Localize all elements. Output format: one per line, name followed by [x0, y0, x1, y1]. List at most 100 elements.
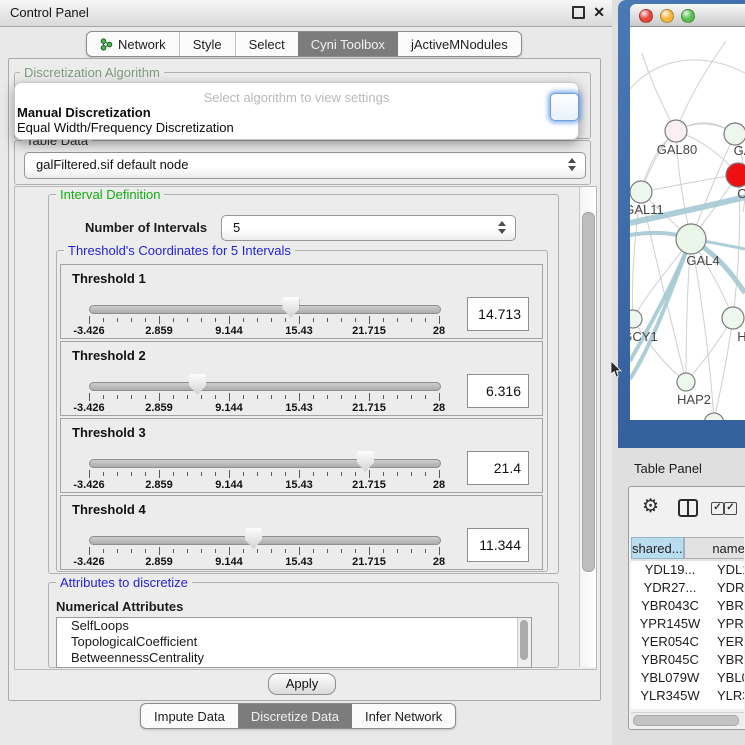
slider-thumb-icon[interactable]	[357, 451, 374, 472]
zoom-traffic-light-icon[interactable]	[681, 9, 695, 23]
network-node[interactable]	[726, 163, 745, 187]
table-cell[interactable]: YER054C	[631, 633, 709, 651]
tick-label: 28	[433, 402, 445, 414]
vertical-scrollbar[interactable]	[579, 187, 596, 667]
table-data-combo[interactable]: galFiltered.sif default node	[24, 152, 586, 179]
network-window-titlebar[interactable]	[630, 4, 745, 27]
slider-track[interactable]	[89, 459, 441, 468]
column-header[interactable]: name	[684, 537, 744, 559]
tab-select[interactable]: Select	[235, 32, 298, 56]
network-node[interactable]	[630, 181, 652, 203]
table-cell[interactable]: YDR27...	[631, 579, 709, 597]
threshold-slider[interactable]: -3.4262.8599.14415.4321.71528	[89, 451, 439, 489]
float-window-icon[interactable]	[572, 6, 585, 19]
tab-label: jActiveMNodules	[411, 37, 508, 52]
threshold-value-field[interactable]: 14.713	[467, 297, 529, 331]
table-cell[interactable]: YDL19...	[631, 561, 709, 579]
show-column-checkbox-icon[interactable]: ✓	[724, 502, 737, 515]
tab-infer-network[interactable]: Infer Network	[352, 704, 455, 728]
algorithm-option[interactable]: Equal Width/Frequency Discretization	[17, 120, 234, 135]
threshold-slider[interactable]: -3.4262.8599.14415.4321.71528	[89, 528, 439, 566]
table-row[interactable]: YLR345WYLR3	[631, 687, 744, 705]
algorithm-combo-button[interactable]	[550, 93, 579, 121]
network-canvas[interactable]: GAL80GACGAL11GAL4GCY1HHAP2	[630, 27, 745, 420]
slider-thumb-icon[interactable]	[245, 528, 262, 549]
network-node-label: GCY1	[630, 329, 658, 344]
table-cell[interactable]: YIL0	[709, 705, 744, 709]
network-node-label: C	[737, 186, 745, 201]
table-cell[interactable]: YBL0	[709, 669, 744, 687]
tab-label: Impute Data	[154, 709, 225, 724]
network-node[interactable]	[630, 310, 642, 328]
network-node[interactable]	[724, 123, 745, 145]
tab-impute-data[interactable]: Impute Data	[141, 704, 238, 728]
tick-label: 9.144	[215, 325, 243, 337]
tab-style[interactable]: Style	[179, 32, 235, 56]
table-row[interactable]: YBL079WYBL0	[631, 669, 744, 687]
list-scrollbar[interactable]	[517, 618, 531, 667]
network-node[interactable]	[722, 307, 744, 329]
table-row[interactable]: YIL052CYIL0	[631, 705, 744, 709]
attribute-list-item[interactable]: BetweennessCentrality	[57, 650, 531, 666]
table-row[interactable]: YER054CYER0	[631, 633, 744, 651]
number-of-intervals-combo[interactable]: 5	[221, 215, 516, 241]
threshold-slider[interactable]: -3.4262.8599.14415.4321.71528	[89, 297, 439, 335]
table-row[interactable]: YBR043CYBR0	[631, 597, 744, 615]
list-scrollbar-thumb[interactable]	[520, 620, 528, 660]
network-node[interactable]	[677, 373, 695, 391]
tab-discretize-data[interactable]: Discretize Data	[238, 704, 352, 728]
table-cell[interactable]: YBR045C	[631, 651, 709, 669]
threshold-box: Threshold 4-3.4262.8599.14415.4321.71528…	[60, 495, 543, 570]
table-cell[interactable]: YPR1	[709, 615, 744, 633]
horizontal-scrollbar[interactable]	[631, 712, 744, 726]
vertical-scrollbar-thumb[interactable]	[582, 212, 595, 572]
table-cell[interactable]: YDR2	[709, 579, 744, 597]
tab-jactivemnodules[interactable]: jActiveMNodules	[398, 32, 521, 56]
close-traffic-light-icon[interactable]	[639, 9, 653, 23]
minimize-traffic-light-icon[interactable]	[660, 9, 674, 23]
table-cell[interactable]: YBL079W	[631, 669, 709, 687]
table-row[interactable]: YDL19...YDL1	[631, 561, 744, 579]
slider-track[interactable]	[89, 305, 441, 314]
show-column-checkbox-icon[interactable]: ✓	[711, 502, 724, 515]
attribute-list-item[interactable]: TopologicalCoefficient	[57, 634, 531, 650]
slider-thumb-icon[interactable]	[282, 297, 299, 318]
tab-network[interactable]: Network	[87, 32, 179, 56]
table-cell[interactable]: YDL1	[709, 561, 744, 579]
tick-label: -3.426	[73, 402, 104, 414]
table-cell[interactable]: YBR043C	[631, 597, 709, 615]
algorithm-option[interactable]: Manual Discretization	[17, 105, 151, 120]
table-cell[interactable]: YER0	[709, 633, 744, 651]
split-column-icon[interactable]	[678, 499, 698, 517]
table-cell[interactable]: YPR145W	[631, 615, 709, 633]
horizontal-scrollbar-thumb[interactable]	[633, 715, 739, 726]
threshold-value-field[interactable]: 6.316	[467, 374, 529, 408]
table-cell[interactable]: YBR0	[709, 597, 744, 615]
table-header: shared...name	[631, 537, 744, 561]
threshold-value-field[interactable]: 21.4	[467, 451, 529, 485]
number-of-intervals-label: Number of Intervals	[85, 220, 207, 235]
network-node[interactable]	[665, 120, 687, 142]
table-cell[interactable]: YBR0	[709, 651, 744, 669]
tick-label: 21.715	[352, 325, 386, 337]
apply-button[interactable]: Apply	[268, 673, 336, 695]
column-header[interactable]: shared...	[631, 537, 684, 559]
slider-track[interactable]	[89, 382, 441, 391]
network-node[interactable]	[704, 413, 724, 420]
threshold-slider[interactable]: -3.4262.8599.14415.4321.71528	[89, 374, 439, 412]
network-node[interactable]	[676, 224, 706, 254]
close-icon[interactable]: ✕	[593, 4, 605, 21]
threshold-value-field[interactable]: 11.344	[467, 528, 529, 562]
table-row[interactable]: YPR145WYPR1	[631, 615, 744, 633]
table-row[interactable]: YDR27...YDR2	[631, 579, 744, 597]
slider-track[interactable]	[89, 536, 441, 545]
tick-label: 28	[433, 556, 445, 568]
slider-thumb-icon[interactable]	[189, 374, 206, 395]
table-cell[interactable]: YLR345W	[631, 687, 709, 705]
gear-icon[interactable]: ⚙	[642, 495, 659, 518]
table-row[interactable]: YBR045CYBR0	[631, 651, 744, 669]
table-cell[interactable]: YIL052C	[631, 705, 709, 709]
tab-cyni-toolbox[interactable]: Cyni Toolbox	[298, 32, 398, 56]
table-cell[interactable]: YLR3	[709, 687, 744, 705]
attribute-list-item[interactable]: SelfLoops	[57, 618, 531, 634]
